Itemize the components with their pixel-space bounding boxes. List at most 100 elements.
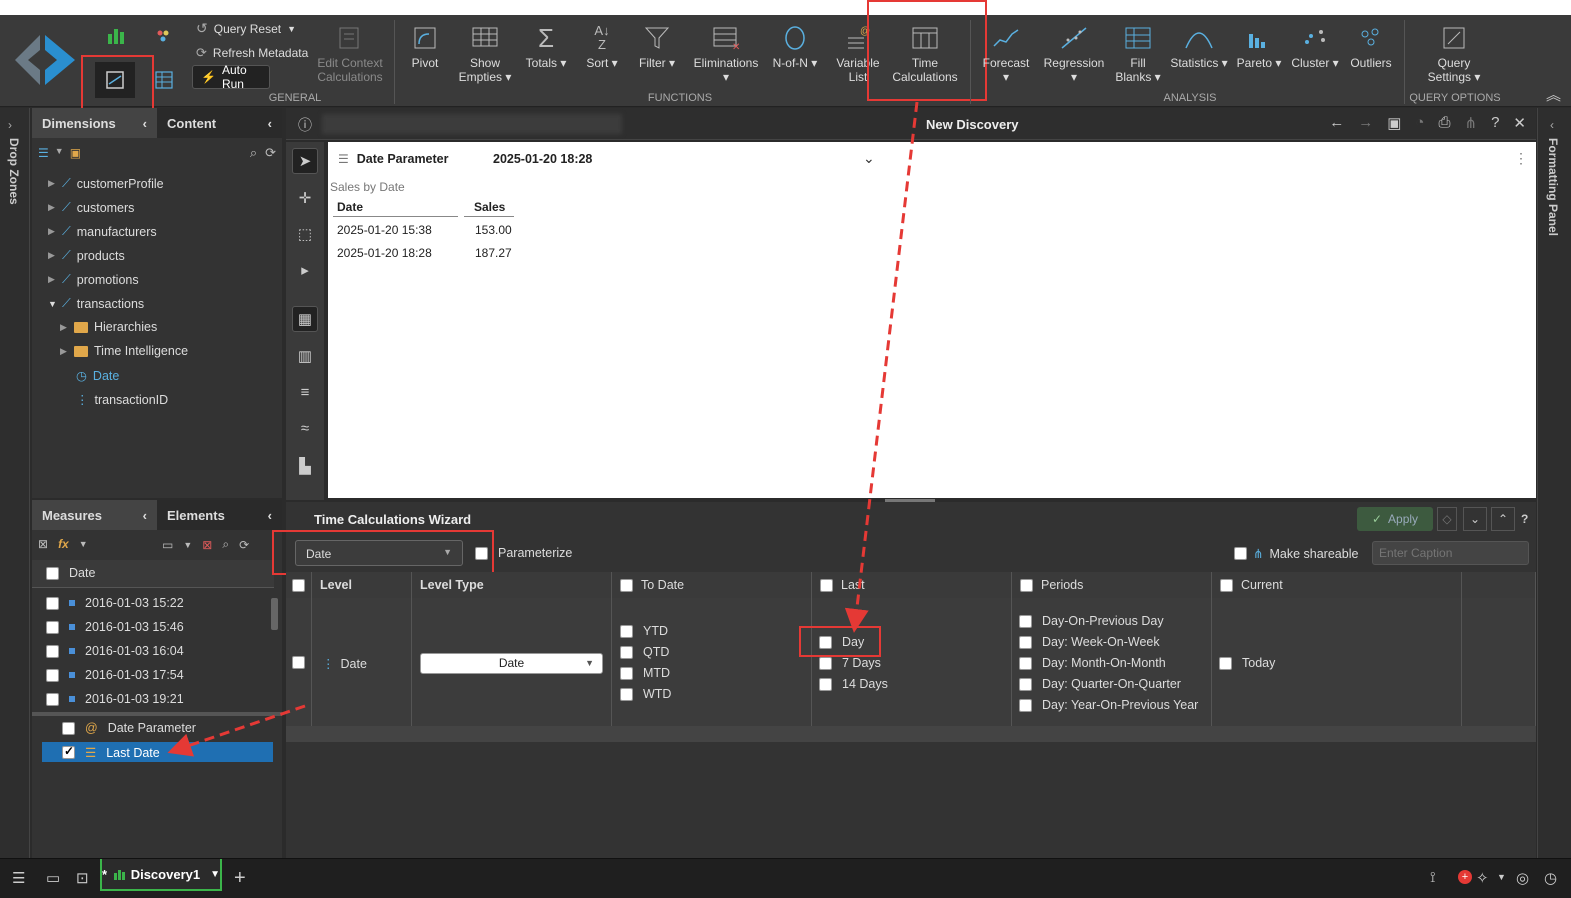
tab-discovery1[interactable]: * Discovery1 ▼ — [100, 859, 222, 891]
select-all-checkbox[interactable] — [46, 566, 59, 580]
tab-dimensions[interactable]: Dimensions ‹ — [32, 108, 157, 138]
cluster-button[interactable]: Cluster ▾ — [1290, 24, 1340, 70]
query-reset-button[interactable]: ↺ Query Reset ▼ — [196, 20, 296, 37]
print-icon[interactable]: ⎙ — [1438, 114, 1450, 132]
caption-input[interactable] — [1372, 541, 1529, 565]
outliers-button[interactable]: Outliers — [1346, 24, 1396, 70]
ytd-checkbox[interactable] — [620, 624, 633, 638]
list-item[interactable]: 2016-01-03 15:22 — [46, 596, 184, 610]
query-settings-button[interactable]: Query Settings ▾ — [1420, 24, 1488, 84]
search-icon[interactable]: ⌕ — [250, 145, 257, 161]
slicer-value[interactable]: 2025-01-20 18:28 — [493, 152, 592, 166]
close-icon[interactable]: ✕ — [1513, 114, 1526, 132]
14-days-checkbox[interactable] — [819, 677, 832, 691]
chevron-down-icon[interactable]: ⌄ — [863, 150, 875, 167]
option-year-on-previous-year[interactable]: Day: Year-On-Previous Year — [1019, 698, 1198, 712]
list-item[interactable]: 2016-01-03 16:04 — [46, 644, 184, 658]
color-mode-button[interactable] — [150, 24, 178, 48]
bar-visual-icon[interactable]: ▥ — [292, 344, 318, 370]
line-visual-icon[interactable]: ≈ — [292, 416, 318, 442]
open-folder-icon[interactable]: ▭ — [46, 869, 60, 887]
date-parameter-checkbox[interactable] — [62, 721, 75, 735]
grid-header-to-date[interactable]: To Date — [612, 572, 812, 598]
current-checkbox[interactable] — [1220, 578, 1233, 592]
target-icon[interactable]: ◎ — [1516, 869, 1529, 887]
mtd-checkbox[interactable] — [620, 666, 633, 680]
tree-item-date[interactable]: ◷ Date — [76, 368, 119, 384]
panel-splitter[interactable] — [32, 712, 282, 716]
row-select-option[interactable] — [292, 656, 305, 669]
tree-item-customerprofile[interactable]: ▶ ⟋ customerProfile — [48, 176, 164, 191]
last-checkbox[interactable] — [820, 578, 833, 592]
option-day-on-previous-day[interactable]: Day-On-Previous Day — [1019, 614, 1164, 628]
period-checkbox[interactable] — [1019, 656, 1032, 670]
option-7-days[interactable]: 7 Days — [819, 656, 881, 670]
forward-icon[interactable]: → — [1358, 114, 1373, 132]
tree-item-promotions[interactable]: ▶ ⟋ promotions — [48, 272, 139, 287]
eliminations-button[interactable]: ✕ Eliminations ▾ — [690, 24, 762, 84]
members-header[interactable]: Date — [46, 566, 95, 580]
member-checkbox[interactable] — [46, 620, 59, 634]
chevron-down-icon[interactable]: ▼ — [183, 540, 192, 550]
tree-item-transactions[interactable]: ▼ ⟋ transactions — [48, 296, 144, 311]
menu-icon[interactable]: ☰ — [12, 869, 25, 887]
collapse-ribbon-icon[interactable]: ︽ — [1546, 84, 1561, 105]
option-mtd[interactable]: MTD — [620, 666, 670, 680]
pin-icon[interactable]: ✧ — [1476, 869, 1489, 887]
to-date-checkbox[interactable] — [620, 578, 633, 592]
chevron-down-icon[interactable]: ⌄ — [1463, 507, 1487, 531]
box-select-icon[interactable]: ⬚ — [292, 222, 318, 248]
n-of-n-button[interactable]: N-of-N ▾ — [770, 24, 820, 70]
folder-view-icon[interactable]: ▣ — [70, 146, 81, 160]
list-scrollbar[interactable] — [271, 598, 278, 630]
chevron-down-icon[interactable]: ▼ — [1497, 872, 1506, 882]
area-visual-icon[interactable]: ▙ — [292, 454, 318, 480]
help-icon[interactable]: ? — [1491, 114, 1499, 132]
new-tab-icon[interactable]: ⊡ — [76, 869, 89, 887]
row-checkbox[interactable] — [292, 656, 305, 669]
option-quarter-on-quarter[interactable]: Day: Quarter-On-Quarter — [1019, 677, 1181, 691]
last-date-item[interactable]: ☰ Last Date — [62, 744, 160, 760]
qtd-checkbox[interactable] — [620, 645, 633, 659]
refresh-icon[interactable]: ⟳ — [265, 145, 276, 161]
select-tool-icon[interactable]: ➤ — [292, 148, 318, 174]
pointer-icon[interactable]: ▸ — [292, 258, 318, 284]
search-icon[interactable]: ⌕ — [222, 537, 229, 552]
7-days-checkbox[interactable] — [819, 656, 832, 670]
chevron-up-icon[interactable]: ⌃ — [1491, 507, 1515, 531]
grid-header-select[interactable] — [286, 572, 312, 598]
option-ytd[interactable]: YTD — [620, 624, 668, 638]
list-visual-icon[interactable]: ≡ — [292, 380, 318, 406]
caret-down-icon[interactable]: ▼ — [210, 869, 220, 880]
list-item[interactable]: 2016-01-03 15:46 — [46, 620, 184, 634]
forecast-button[interactable]: Forecast ▾ — [978, 24, 1034, 84]
option-wtd[interactable]: WTD — [620, 687, 671, 701]
tree-item-hierarchies[interactable]: ▶ Hierarchies — [60, 320, 157, 334]
save-icon[interactable]: ▣ — [1387, 114, 1401, 132]
list-item[interactable]: 2016-01-03 17:54 — [46, 668, 184, 682]
sort-button[interactable]: A↓ Z Sort ▾ — [580, 24, 624, 71]
add-tool-icon[interactable]: ✛ — [292, 186, 318, 212]
tab-content[interactable]: Content ‹ — [157, 108, 282, 138]
formatting-panel-bar[interactable]: ‹ Formatting Panel — [1537, 108, 1571, 858]
grid-header-last[interactable]: Last — [812, 572, 1012, 598]
period-checkbox[interactable] — [1019, 677, 1032, 691]
help-icon[interactable]: ? — [1521, 512, 1528, 526]
tree-item-products[interactable]: ▶ ⟋ products — [48, 248, 125, 263]
grid-header-current[interactable]: Current — [1212, 572, 1462, 598]
date-parameter-slicer[interactable]: ☰ Date Parameter — [338, 152, 448, 166]
tree-view-icon[interactable]: ☰ — [38, 146, 49, 160]
chevron-down-icon[interactable]: ▼ — [55, 146, 64, 160]
notification-badge[interactable]: + — [1458, 870, 1472, 884]
statistics-button[interactable]: Statistics ▾ — [1170, 24, 1228, 70]
remove-filter-icon[interactable]: ⊠ — [202, 538, 212, 552]
date-parameter-item[interactable]: @ Date Parameter — [62, 721, 196, 735]
option-today[interactable]: Today — [1219, 656, 1275, 670]
option-14-days[interactable]: 14 Days — [819, 677, 888, 691]
make-shareable-checkbox[interactable] — [1234, 547, 1247, 560]
member-checkbox[interactable] — [46, 668, 59, 682]
period-checkbox[interactable] — [1019, 635, 1032, 649]
share-icon[interactable]: ⋔ — [1465, 114, 1478, 132]
periods-checkbox[interactable] — [1020, 578, 1033, 592]
wtd-checkbox[interactable] — [620, 687, 633, 701]
